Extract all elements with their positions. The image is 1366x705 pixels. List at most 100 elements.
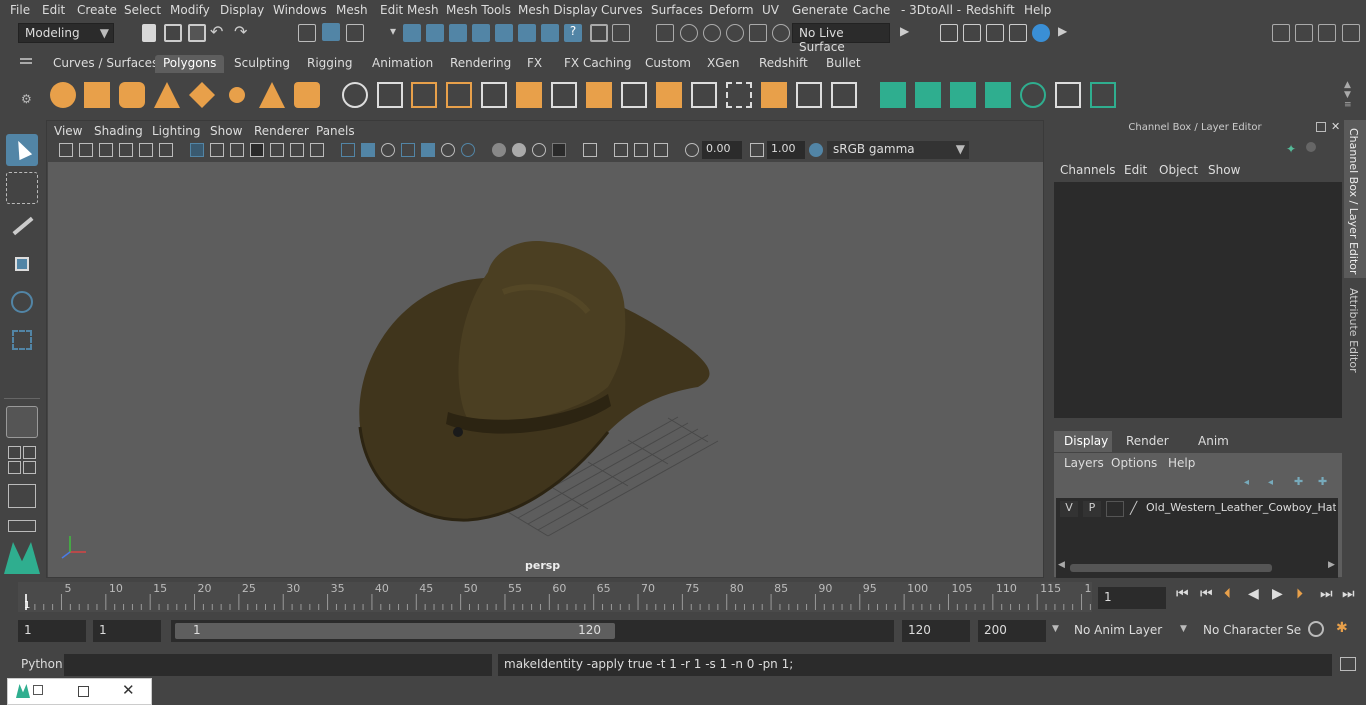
collapse-arrow-icon[interactable]: ▶ — [900, 24, 909, 38]
menu-windows[interactable]: Windows — [273, 3, 327, 17]
poly-cone-icon[interactable] — [154, 82, 180, 108]
poly-sphere-icon[interactable] — [50, 82, 76, 108]
viewport-menu-shading[interactable]: Shading — [94, 124, 143, 138]
side-tab-channel-box[interactable]: Channel Box / Layer Editor — [1344, 120, 1366, 278]
scale-tool-icon[interactable] — [6, 324, 38, 356]
lasso-icon[interactable] — [680, 24, 698, 42]
restore-window-icon[interactable] — [33, 685, 43, 695]
render-frame-icon[interactable] — [963, 24, 981, 42]
3d-viewport[interactable]: persp — [48, 162, 1043, 577]
step-forward-key-icon[interactable]: ⏭ — [1320, 586, 1333, 602]
expand-arrow-icon[interactable]: ▶ — [1058, 24, 1067, 38]
step-back-key-icon[interactable]: ⏮ — [1200, 586, 1213, 602]
shelf-tab-fx[interactable]: FX — [519, 55, 550, 73]
live-surface-field[interactable]: No Live Surface — [792, 23, 890, 54]
shelf-tab-bullet[interactable]: Bullet — [818, 55, 869, 73]
range-slider-track[interactable]: 1 120 — [171, 620, 894, 642]
new-layer-from-selected-icon[interactable]: ✚ — [1318, 475, 1332, 488]
unfold-icon[interactable] — [1090, 82, 1116, 108]
insert-edge-loop-icon[interactable] — [691, 82, 717, 108]
open-scene-icon[interactable] — [164, 24, 182, 42]
grease-pencil-icon[interactable] — [159, 143, 173, 157]
mirror-icon[interactable] — [516, 82, 542, 108]
spherical-mapping-icon[interactable] — [950, 82, 976, 108]
channel-edit-menu[interactable]: Edit — [1124, 163, 1147, 177]
reflection-icon[interactable] — [749, 24, 767, 42]
layer-scrollbar[interactable] — [1070, 564, 1272, 572]
save-scene-icon[interactable] — [188, 24, 206, 42]
paint-select-tool-icon[interactable] — [6, 210, 38, 242]
script-editor-icon[interactable] — [1340, 657, 1356, 671]
append-polygon-icon[interactable] — [761, 82, 787, 108]
attribute-editor-toggle-icon[interactable] — [1295, 24, 1313, 42]
magnet-icon[interactable] — [772, 24, 790, 42]
menu-mesh-tools[interactable]: Mesh Tools — [446, 3, 511, 17]
dropdown-arrow-icon[interactable]: ▾ — [390, 24, 396, 38]
multi-cut-icon[interactable] — [551, 82, 577, 108]
shelf-tab-polygons[interactable]: Polygons — [155, 55, 225, 73]
menu-cache[interactable]: Cache — [853, 3, 890, 17]
layer-name[interactable]: Old_Western_Leather_Cowboy_Hat_C — [1146, 501, 1336, 514]
bevel-icon[interactable] — [656, 82, 682, 108]
channels-menu[interactable]: Channels — [1060, 163, 1116, 177]
step-back-frame-icon[interactable]: ⏴ — [1224, 586, 1231, 602]
exposure-icon[interactable] — [685, 143, 699, 157]
color-management-icon[interactable] — [809, 143, 823, 157]
menu-mesh[interactable]: Mesh — [336, 3, 368, 17]
2d-pan-zoom-icon[interactable] — [139, 143, 153, 157]
layer-row[interactable]: V P ╱ Old_Western_Leather_Cowboy_Hat_C — [1056, 500, 1338, 518]
layers-menu[interactable]: Layers — [1064, 456, 1104, 470]
go-to-start-icon[interactable]: ⏮ — [1176, 586, 1189, 602]
wireframe-on-shaded-icon[interactable] — [401, 143, 415, 157]
smooth-icon[interactable] — [446, 82, 472, 108]
scene-start-field[interactable]: 1 — [18, 620, 86, 642]
snap-grid-icon[interactable] — [403, 24, 421, 42]
shelf-tab-redshift[interactable]: Redshift — [751, 55, 816, 73]
menu-modify[interactable]: Modify — [170, 3, 210, 17]
automatic-mapping-icon[interactable] — [985, 82, 1011, 108]
render-settings-icon[interactable] — [940, 24, 958, 42]
snap-view-plane-icon[interactable] — [472, 24, 490, 42]
scroll-right-icon[interactable]: ▶ — [1328, 560, 1335, 570]
float-panel-icon[interactable] — [1316, 122, 1326, 132]
boolean-icon[interactable] — [481, 82, 507, 108]
textured-icon[interactable] — [421, 143, 435, 157]
menu-redshift[interactable]: Redshift — [966, 3, 1015, 17]
shelf-tab-sculpting[interactable]: Sculpting — [226, 55, 298, 73]
shelf-tab-curves-surfaces[interactable]: Curves / Surfaces — [45, 55, 166, 73]
poly-cylinder-icon[interactable] — [119, 82, 145, 108]
shelf-tab-custom[interactable]: Custom — [637, 55, 699, 73]
poly-cube-icon[interactable] — [84, 82, 110, 108]
viewport-menu-lighting[interactable]: Lighting — [152, 124, 201, 138]
shelf-tab-animation[interactable]: Animation — [364, 55, 441, 73]
channel-box-toggle-icon[interactable] — [1342, 24, 1360, 42]
field-chart-icon[interactable] — [270, 143, 284, 157]
menu-3dtoall[interactable]: - 3DtoAll - — [901, 3, 961, 17]
shelf-tab-rigging[interactable]: Rigging — [299, 55, 360, 73]
close-window-icon[interactable]: ✕ — [122, 681, 135, 699]
animation-preferences-icon[interactable]: ✱ — [1336, 620, 1348, 636]
xray-joints-icon[interactable] — [654, 143, 668, 157]
layer-help-menu[interactable]: Help — [1168, 456, 1195, 470]
poly-torus-icon[interactable] — [224, 82, 250, 108]
anim-layer-dropdown[interactable]: No Anim Layer — [1068, 620, 1176, 642]
target-weld-icon[interactable] — [796, 82, 822, 108]
camera-attributes-icon[interactable] — [79, 143, 93, 157]
poly-plane-icon[interactable] — [189, 82, 215, 108]
xray-icon[interactable] — [614, 143, 628, 157]
shelf-tab-xgen[interactable]: XGen — [699, 55, 748, 73]
move-layer-up-icon[interactable]: ◂ — [1244, 477, 1258, 489]
new-layer-icon[interactable]: ✚ — [1294, 475, 1308, 488]
layout-four-view-icon[interactable] — [8, 446, 36, 474]
menu-help[interactable]: Help — [1024, 3, 1051, 17]
menu-surfaces[interactable]: Surfaces — [651, 3, 703, 17]
hypershade-icon[interactable] — [1032, 24, 1050, 42]
layer-tab-anim[interactable]: Anim — [1198, 434, 1229, 448]
workspace-mode-dropdown[interactable]: Modeling ▼ — [18, 23, 114, 43]
tool-settings-toggle-icon[interactable] — [1318, 24, 1336, 42]
planar-mapping-icon[interactable] — [880, 82, 906, 108]
menu-uv[interactable]: UV — [762, 3, 779, 17]
separate-icon[interactable] — [377, 82, 403, 108]
go-to-end-icon[interactable]: ⏭ — [1342, 586, 1355, 602]
chevron-down-icon[interactable]: ▼ — [1052, 624, 1059, 634]
